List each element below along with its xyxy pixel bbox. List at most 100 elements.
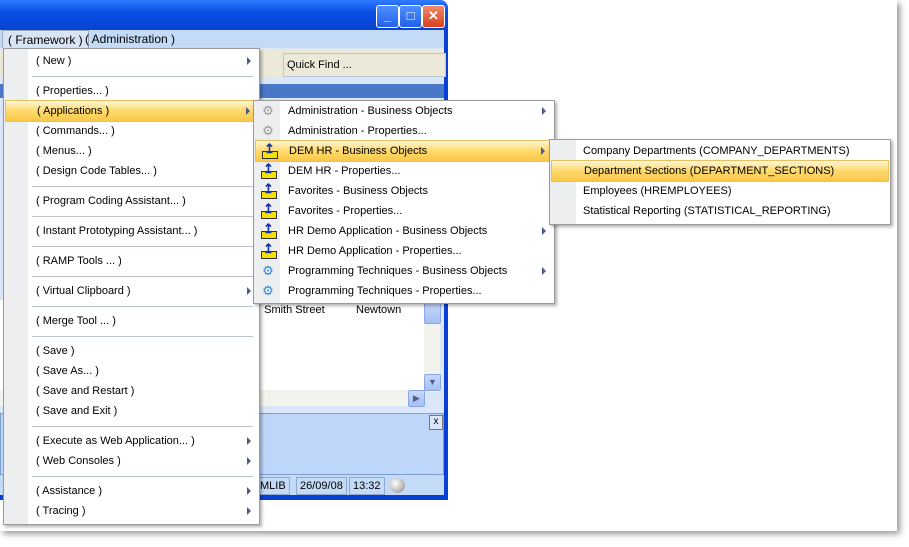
business-object-tray-icon: ↥ — [260, 241, 277, 259]
menu-item-label: ( Instant Prototyping Assistant... ) — [36, 225, 198, 237]
list-cell-city[interactable]: Newtown — [356, 304, 401, 316]
minimize-button[interactable]: _ — [376, 5, 399, 28]
menu-item-new[interactable]: ( New ) — [5, 51, 258, 71]
menu-item-programming-techniques-properties[interactable]: ⚙ Programming Techniques - Properties... — [255, 281, 553, 301]
menu-item-label: Administration - Business Objects — [288, 105, 453, 117]
menu-separator — [32, 246, 253, 247]
list-cell-street[interactable]: . Smith Street — [258, 304, 325, 316]
menu-item-save-and-exit[interactable]: ( Save and Exit ) — [5, 401, 258, 421]
menu-separator — [32, 276, 253, 277]
menu-item-label: Department Sections (DEPARTMENT_SECTIONS… — [584, 165, 835, 177]
status-indicator-icon — [390, 478, 405, 493]
submenu-arrow-icon — [247, 487, 251, 495]
business-objects-submenu: Company Departments (COMPANY_DEPARTMENTS… — [549, 139, 891, 225]
menu-item-label: ( Save ) — [36, 345, 75, 357]
scroll-down-icon[interactable]: ▼ — [424, 374, 441, 391]
menu-item-label: HR Demo Application - Business Objects — [288, 225, 488, 237]
submenu-arrow-icon — [247, 437, 251, 445]
menu-item-department-sections-department-sections[interactable]: Department Sections (DEPARTMENT_SECTIONS… — [551, 160, 889, 182]
menu-item-properties[interactable]: ( Properties... ) — [5, 81, 258, 101]
menu-item-save[interactable]: ( Save ) — [5, 341, 258, 361]
menu-item-label: ( Commands... ) — [36, 125, 115, 137]
submenu-arrow-icon — [542, 267, 546, 275]
menu-item-label: ( Virtual Clipboard ) — [36, 285, 131, 297]
menu-separator — [32, 336, 253, 337]
close-button[interactable]: ✕ — [422, 5, 445, 28]
maximize-button[interactable]: □ — [399, 5, 422, 28]
menu-item-label: ( Design Code Tables... ) — [36, 165, 157, 177]
menu-item-program-coding-assistant[interactable]: ( Program Coding Assistant... ) — [5, 191, 258, 211]
menu-item-dem-hr-business-objects[interactable]: ↥ DEM HR - Business Objects — [255, 140, 553, 162]
submenu-arrow-icon — [246, 107, 250, 115]
gears-icon: ⚙ — [262, 123, 274, 138]
menu-item-label: ( Execute as Web Application... ) — [36, 435, 195, 447]
title-bar: _ □ ✕ — [0, 0, 448, 30]
vertical-scrollbar[interactable]: ▼ — [424, 300, 441, 392]
menu-item-hr-demo-application-properties[interactable]: ↥ HR Demo Application - Properties... — [255, 241, 553, 261]
blue-gear-icon: ⚙ — [262, 283, 274, 298]
menu-item-save-as[interactable]: ( Save As... ) — [5, 361, 258, 381]
submenu-arrow-icon — [247, 287, 251, 295]
menu-item-label: ( Properties... ) — [36, 85, 109, 97]
menu-separator — [32, 186, 253, 187]
menu-item-virtual-clipboard[interactable]: ( Virtual Clipboard ) — [5, 281, 258, 301]
menu-item-save-and-restart[interactable]: ( Save and Restart ) — [5, 381, 258, 401]
menu-item-menus[interactable]: ( Menus... ) — [5, 141, 258, 161]
menu-item-label: Statistical Reporting (STATISTICAL_REPOR… — [583, 205, 831, 217]
menu-item-label: Programming Techniques - Business Object… — [288, 265, 508, 277]
business-object-tray-icon: ↥ — [260, 221, 277, 239]
menu-item-assistance[interactable]: ( Assistance ) — [5, 481, 258, 501]
menu-item-label: ( RAMP Tools ... ) — [36, 255, 122, 267]
menu-item-instant-prototyping-assistant[interactable]: ( Instant Prototyping Assistant... ) — [5, 221, 258, 241]
menu-item-web-consoles[interactable]: ( Web Consoles ) — [5, 451, 258, 471]
menu-item-design-code-tables[interactable]: ( Design Code Tables... ) — [5, 161, 258, 181]
menu-item-label: ( Tracing ) — [36, 505, 86, 517]
submenu-arrow-icon — [247, 457, 251, 465]
menu-item-label: ( New ) — [36, 55, 72, 67]
menu-item-tracing[interactable]: ( Tracing ) — [5, 501, 258, 521]
menu-item-label: Programming Techniques - Properties... — [288, 285, 482, 297]
menu-administration[interactable]: ( Administration ) — [80, 30, 180, 48]
menu-item-label: ( Web Consoles ) — [36, 455, 121, 467]
business-object-tray-icon: ↥ — [260, 161, 277, 179]
status-date: 26/09/08 — [296, 477, 347, 495]
blue-gear-icon: ⚙ — [262, 263, 274, 278]
menu-item-applications[interactable]: ( Applications ) — [5, 100, 258, 122]
menu-item-label: ( Save and Exit ) — [36, 405, 118, 417]
menu-item-dem-hr-properties[interactable]: ↥ DEM HR - Properties... — [255, 161, 553, 181]
applications-submenu: ⚙ Administration - Business Objects ⚙ Admin… — [253, 100, 555, 304]
menu-item-label: Company Departments (COMPANY_DEPARTMENTS… — [583, 145, 850, 157]
quick-find-input[interactable]: Quick Find ... — [283, 53, 446, 77]
menu-item-programming-techniques-business-objects[interactable]: ⚙ Programming Techniques - Business Objec… — [255, 261, 553, 281]
menu-item-label: Favorites - Business Objects — [288, 185, 428, 197]
menu-item-favorites-business-objects[interactable]: ↥ Favorites - Business Objects — [255, 181, 553, 201]
menu-item-label: ( Merge Tool ... ) — [36, 315, 116, 327]
menu-item-label: DEM HR - Business Objects — [289, 145, 428, 157]
menu-item-company-departments-company-departments[interactable]: Company Departments (COMPANY_DEPARTMENTS… — [551, 141, 889, 161]
submenu-arrow-icon — [542, 107, 546, 115]
menu-item-merge-tool[interactable]: ( Merge Tool ... ) — [5, 311, 258, 331]
menu-item-favorites-properties[interactable]: ↥ Favorites - Properties... — [255, 201, 553, 221]
menu-item-hr-demo-application-business-objects[interactable]: ↥ HR Demo Application - Business Objects — [255, 221, 553, 241]
menu-item-employees-hremployees[interactable]: Employees (HREMPLOYEES) — [551, 181, 889, 201]
menu-item-label: Favorites - Properties... — [288, 205, 403, 217]
menu-item-label: HR Demo Application - Properties... — [288, 245, 462, 257]
menu-item-label: ( Assistance ) — [36, 485, 103, 497]
menu-item-label: Employees (HREMPLOYEES) — [583, 185, 732, 197]
menu-item-administration-properties[interactable]: ⚙ Administration - Properties... — [255, 121, 553, 141]
scroll-right-icon[interactable]: ▶ — [408, 390, 425, 407]
menu-item-ramp-tools[interactable]: ( RAMP Tools ... ) — [5, 251, 258, 271]
menu-separator — [32, 476, 253, 477]
submenu-arrow-icon — [247, 57, 251, 65]
menu-item-commands[interactable]: ( Commands... ) — [5, 121, 258, 141]
framework-menu: ( New ) ( Properties... ) ( Applications )… — [3, 48, 260, 525]
submenu-arrow-icon — [247, 507, 251, 515]
menu-item-label: ( Save As... ) — [36, 365, 99, 377]
panel-close-button[interactable]: x — [429, 415, 443, 430]
submenu-arrow-icon — [541, 147, 545, 155]
menu-framework[interactable]: ( Framework ) — [2, 30, 89, 50]
menu-item-statistical-reporting-statistical-reporting[interactable]: Statistical Reporting (STATISTICAL_REPOR… — [551, 201, 889, 221]
business-object-tray-icon: ↥ — [260, 181, 277, 199]
menu-item-administration-business-objects[interactable]: ⚙ Administration - Business Objects — [255, 101, 553, 121]
menu-item-execute-as-web-application[interactable]: ( Execute as Web Application... ) — [5, 431, 258, 451]
